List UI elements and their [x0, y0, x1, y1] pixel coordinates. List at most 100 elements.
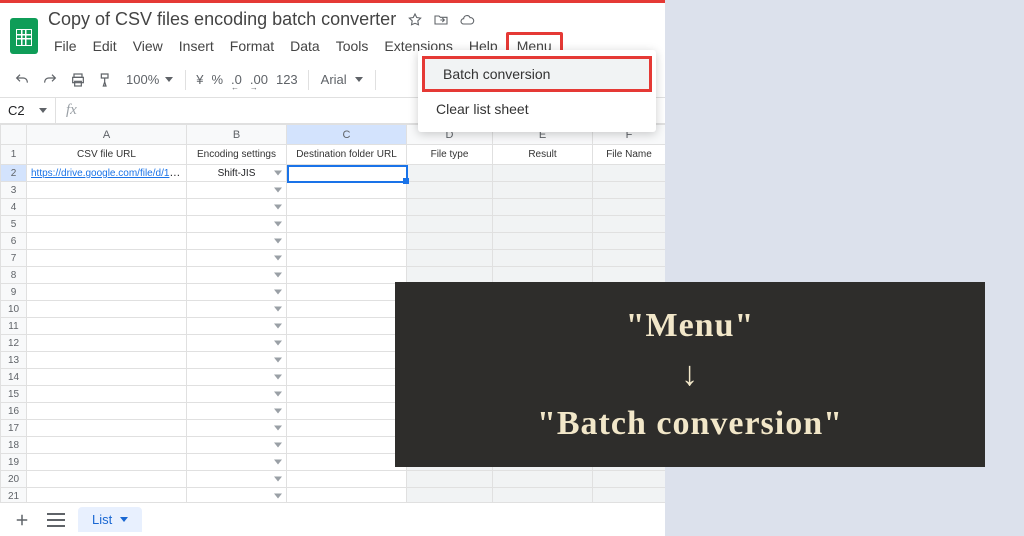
sheets-logo-icon[interactable] [10, 18, 38, 54]
cell-A19[interactable] [27, 454, 187, 471]
cell-C11[interactable] [287, 318, 407, 335]
cell-F21[interactable] [593, 488, 666, 503]
cell-C1[interactable]: Destination folder URL [287, 145, 407, 165]
row-header-16[interactable]: 16 [1, 403, 27, 420]
menu-data[interactable]: Data [282, 35, 328, 57]
cell-A16[interactable] [27, 403, 187, 420]
cell-F5[interactable] [593, 216, 666, 233]
redo-icon[interactable] [38, 68, 62, 92]
cell-D4[interactable] [407, 199, 493, 216]
row-header-2[interactable]: 2 [1, 165, 27, 182]
cell-C5[interactable] [287, 216, 407, 233]
cell-B10[interactable] [187, 301, 287, 318]
undo-icon[interactable] [10, 68, 34, 92]
row-header-7[interactable]: 7 [1, 250, 27, 267]
cell-E5[interactable] [493, 216, 593, 233]
cell-F7[interactable] [593, 250, 666, 267]
cell-E3[interactable] [493, 182, 593, 199]
row-header-19[interactable]: 19 [1, 454, 27, 471]
cell-E20[interactable] [493, 471, 593, 488]
cell-B1[interactable]: Encoding settings [187, 145, 287, 165]
cell-C12[interactable] [287, 335, 407, 352]
star-icon[interactable] [406, 11, 424, 29]
cell-B8[interactable] [187, 267, 287, 284]
menu-file[interactable]: File [46, 35, 85, 57]
cell-B20[interactable] [187, 471, 287, 488]
row-header-10[interactable]: 10 [1, 301, 27, 318]
cell-E1[interactable]: Result [493, 145, 593, 165]
sheet-tab-list[interactable]: List [78, 507, 142, 532]
cell-D3[interactable] [407, 182, 493, 199]
currency-button[interactable]: ¥ [194, 72, 205, 87]
cell-D6[interactable] [407, 233, 493, 250]
cell-B18[interactable] [187, 437, 287, 454]
cell-C6[interactable] [287, 233, 407, 250]
cell-E6[interactable] [493, 233, 593, 250]
cell-A7[interactable] [27, 250, 187, 267]
col-header-C[interactable]: C [287, 125, 407, 145]
row-header-17[interactable]: 17 [1, 420, 27, 437]
cell-B13[interactable] [187, 352, 287, 369]
cell-E4[interactable] [493, 199, 593, 216]
cell-E21[interactable] [493, 488, 593, 503]
font-select[interactable]: Arial [317, 72, 367, 87]
cell-C18[interactable] [287, 437, 407, 454]
cell-F8[interactable] [593, 267, 666, 284]
menu-format[interactable]: Format [222, 35, 282, 57]
cell-C16[interactable] [287, 403, 407, 420]
cloud-status-icon[interactable] [458, 11, 476, 29]
cell-D21[interactable] [407, 488, 493, 503]
cell-C20[interactable] [287, 471, 407, 488]
move-folder-icon[interactable] [432, 11, 450, 29]
cell-F1[interactable]: File Name [593, 145, 666, 165]
cell-B15[interactable] [187, 386, 287, 403]
cell-E2[interactable] [493, 165, 593, 182]
menu-item-clear-list[interactable]: Clear list sheet [418, 94, 656, 124]
all-sheets-button[interactable] [44, 508, 68, 532]
cell-C10[interactable] [287, 301, 407, 318]
document-title[interactable]: Copy of CSV files encoding batch convert… [46, 9, 398, 30]
cell-A18[interactable] [27, 437, 187, 454]
cell-A8[interactable] [27, 267, 187, 284]
cell-C17[interactable] [287, 420, 407, 437]
cell-A20[interactable] [27, 471, 187, 488]
cell-B17[interactable] [187, 420, 287, 437]
cell-A1[interactable]: CSV file URL [27, 145, 187, 165]
cell-F6[interactable] [593, 233, 666, 250]
cell-B14[interactable] [187, 369, 287, 386]
row-header-21[interactable]: 21 [1, 488, 27, 503]
menu-tools[interactable]: Tools [328, 35, 377, 57]
decrease-decimal-button[interactable]: .0← [229, 72, 244, 87]
cell-A3[interactable] [27, 182, 187, 199]
cell-B12[interactable] [187, 335, 287, 352]
cell-A14[interactable] [27, 369, 187, 386]
number-format-button[interactable]: 123 [274, 72, 300, 87]
cell-B3[interactable] [187, 182, 287, 199]
cell-C8[interactable] [287, 267, 407, 284]
cell-F3[interactable] [593, 182, 666, 199]
cell-D5[interactable] [407, 216, 493, 233]
cell-A15[interactable] [27, 386, 187, 403]
cell-C21[interactable] [287, 488, 407, 503]
menu-insert[interactable]: Insert [171, 35, 222, 57]
cell-B6[interactable] [187, 233, 287, 250]
cell-D1[interactable]: File type [407, 145, 493, 165]
cell-A10[interactable] [27, 301, 187, 318]
cell-C7[interactable] [287, 250, 407, 267]
cell-C15[interactable] [287, 386, 407, 403]
row-header-13[interactable]: 13 [1, 352, 27, 369]
cell-D8[interactable] [407, 267, 493, 284]
row-header-15[interactable]: 15 [1, 386, 27, 403]
row-header-12[interactable]: 12 [1, 335, 27, 352]
cell-F20[interactable] [593, 471, 666, 488]
row-header-8[interactable]: 8 [1, 267, 27, 284]
col-header-B[interactable]: B [187, 125, 287, 145]
cell-A12[interactable] [27, 335, 187, 352]
cell-C2[interactable] [287, 165, 407, 182]
cell-B19[interactable] [187, 454, 287, 471]
print-icon[interactable] [66, 68, 90, 92]
row-header-3[interactable]: 3 [1, 182, 27, 199]
cell-B9[interactable] [187, 284, 287, 301]
cell-C13[interactable] [287, 352, 407, 369]
cell-A5[interactable] [27, 216, 187, 233]
